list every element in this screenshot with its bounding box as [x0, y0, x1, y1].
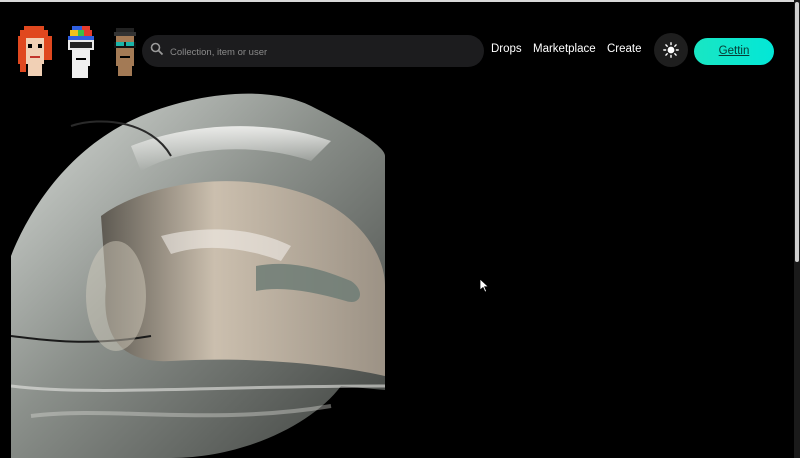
search-icon [150, 42, 164, 61]
scrollbar-track[interactable] [794, 0, 800, 458]
sun-icon [663, 42, 679, 58]
window-top-border [0, 0, 800, 2]
theme-toggle-button[interactable] [654, 33, 688, 67]
nav-drops-link[interactable]: Drops [491, 43, 522, 55]
nav-create-link[interactable]: Create [607, 43, 642, 55]
hero-nft-artwork [11, 86, 385, 458]
get-started-button[interactable]: Gettin [694, 38, 774, 65]
punk-avatar-red-hair-icon[interactable] [18, 26, 54, 82]
search-bar[interactable] [142, 35, 484, 69]
search-input[interactable] [168, 35, 472, 69]
punk-avatar-propeller-cap-icon[interactable] [64, 26, 98, 82]
punk-avatar-sunglasses-icon[interactable] [110, 26, 140, 82]
nav-marketplace-link[interactable]: Marketplace [533, 43, 596, 55]
scrollbar-thumb[interactable] [795, 2, 799, 262]
site-header: Drops Marketplace Create Gettin [0, 18, 794, 82]
mouse-cursor-icon [479, 278, 490, 298]
